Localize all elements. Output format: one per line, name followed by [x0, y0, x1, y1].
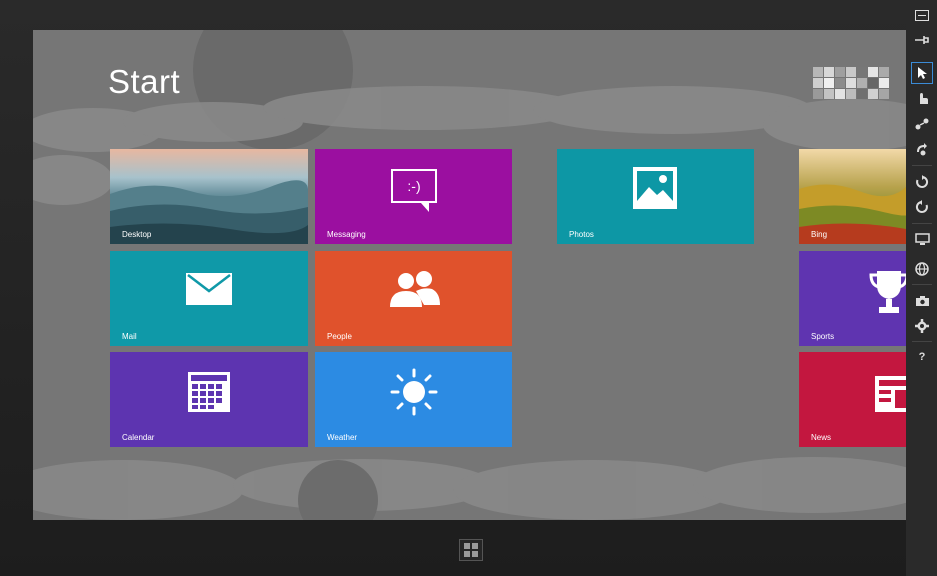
- toolbar-divider: [912, 223, 932, 224]
- newspaper-icon: [875, 376, 906, 412]
- tile-weather[interactable]: Weather: [315, 352, 512, 447]
- windows-button[interactable]: [459, 539, 483, 561]
- pinch-zoom-icon[interactable]: [911, 113, 933, 135]
- calendar-icon: [188, 372, 230, 412]
- tile-label: Messaging: [327, 230, 366, 239]
- tile-desktop[interactable]: Desktop: [110, 149, 308, 244]
- tile-label: News: [811, 433, 832, 442]
- tile-people[interactable]: People: [315, 251, 512, 346]
- photos-icon: [633, 167, 677, 209]
- minimize-icon[interactable]: [911, 4, 933, 26]
- simulator-toolbar: ?: [906, 0, 937, 576]
- help-icon[interactable]: ?: [911, 346, 933, 368]
- tile-label: Bing: [811, 230, 828, 239]
- user-account-avatar[interactable]: [813, 67, 889, 99]
- messaging-bubble-tail: [421, 203, 429, 212]
- pin-icon[interactable]: [911, 29, 933, 51]
- resolution-icon[interactable]: [911, 228, 933, 250]
- help-label: ?: [918, 351, 926, 363]
- tile-label: Calendar: [122, 433, 155, 442]
- pointer-icon[interactable]: [911, 62, 933, 84]
- tile-label: People: [327, 332, 352, 341]
- tile-sports[interactable]: Sports: [799, 251, 906, 346]
- touch-hand-icon[interactable]: [911, 87, 933, 109]
- tile-calendar[interactable]: Calendar: [110, 352, 308, 447]
- rotate-touch-icon[interactable]: [911, 138, 933, 160]
- rotate-clockwise-icon[interactable]: [911, 171, 933, 193]
- toolbar-divider: [912, 341, 932, 342]
- sun-icon: [390, 368, 438, 416]
- tile-photos[interactable]: Photos: [557, 149, 754, 244]
- people-icon: [390, 271, 440, 307]
- tile-label: Photos: [569, 230, 594, 239]
- page-title: Start: [108, 63, 181, 100]
- tile-label: Mail: [122, 332, 137, 341]
- location-icon[interactable]: [911, 258, 933, 280]
- tile-mail[interactable]: Mail: [110, 251, 308, 346]
- toolbar-divider: [912, 165, 932, 166]
- toolbar-divider: [912, 284, 932, 285]
- trophy-icon: [869, 271, 906, 313]
- tile-label: Weather: [327, 433, 358, 442]
- rotate-counterclockwise-icon[interactable]: [911, 196, 933, 218]
- tile-bing[interactable]: Bing: [799, 149, 906, 244]
- mail-icon: [186, 273, 232, 305]
- start-screen: Start Desktop :-) Messaging Photos Bing …: [33, 30, 906, 520]
- tile-label: Desktop: [122, 230, 152, 239]
- screenshot-icon[interactable]: [911, 290, 933, 312]
- tile-messaging[interactable]: :-) Messaging: [315, 149, 512, 244]
- windows-logo-icon: [464, 543, 478, 557]
- settings-icon[interactable]: [911, 315, 933, 337]
- tile-news[interactable]: News: [799, 352, 906, 447]
- messaging-icon: :-): [391, 169, 437, 203]
- messaging-icon-glyph: :-): [407, 178, 421, 194]
- tile-label: Sports: [811, 332, 835, 341]
